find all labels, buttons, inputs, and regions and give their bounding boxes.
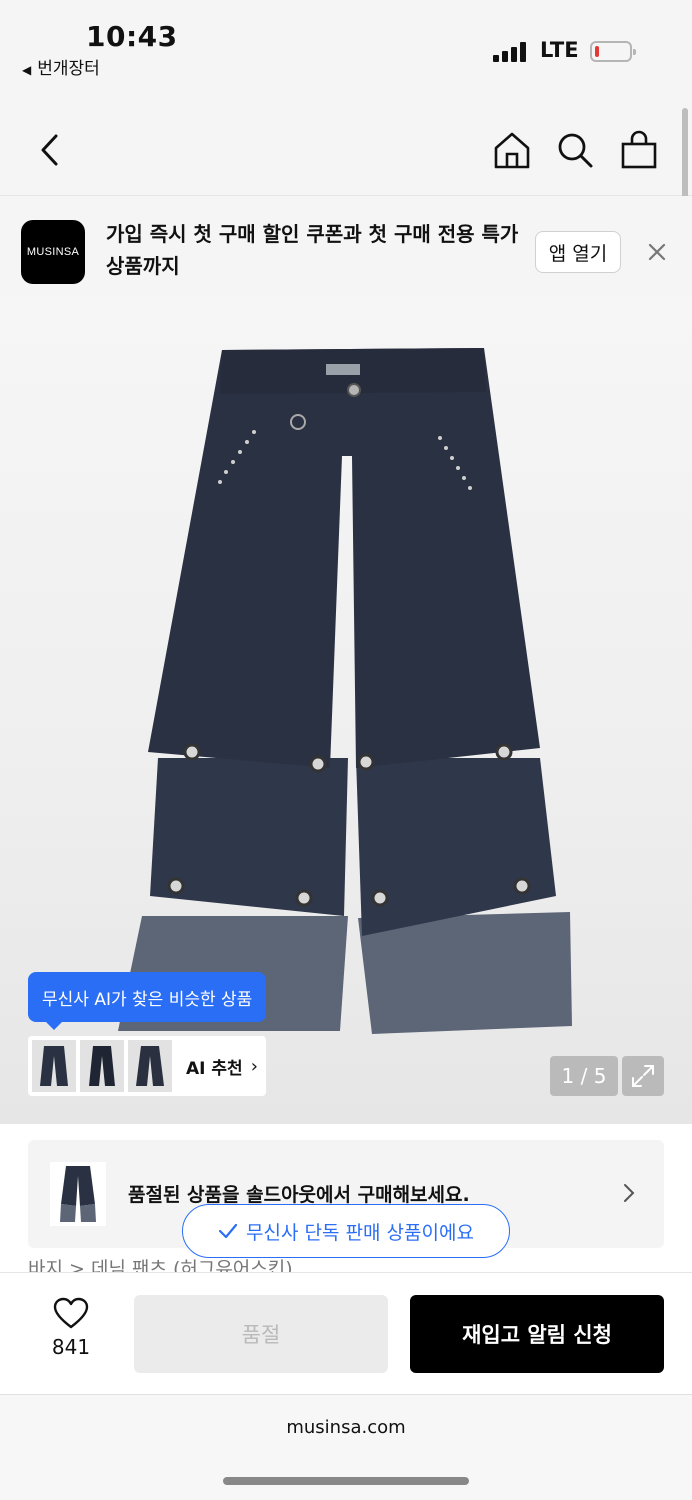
ai-thumb[interactable] xyxy=(128,1040,172,1092)
soldout-button: 품절 xyxy=(134,1295,388,1373)
home-icon xyxy=(494,132,530,169)
home-indicator[interactable] xyxy=(223,1477,469,1485)
exclusive-badge-text: 무신사 단독 판매 상품이에요 xyxy=(246,1221,474,1244)
ai-thumb[interactable] xyxy=(80,1040,124,1092)
chevron-left-icon xyxy=(41,134,58,166)
expand-icon xyxy=(632,1065,654,1087)
battery-fill xyxy=(595,46,599,57)
like-count: 841 xyxy=(51,1335,91,1359)
pants-thumb-icon xyxy=(40,1046,68,1086)
top-nav xyxy=(0,90,692,196)
ai-recommend-label: AI 추천 xyxy=(186,1058,243,1079)
ai-recommend-card[interactable]: AI 추천 › xyxy=(28,1036,266,1096)
soldout-thumb xyxy=(50,1162,106,1226)
status-bar: 10:43 ◀ 번개장터 LTE xyxy=(0,0,692,90)
pants-thumb-icon xyxy=(60,1166,96,1222)
image-pager: 1 / 5 xyxy=(550,1056,618,1096)
open-app-button[interactable]: 앱 열기 xyxy=(535,231,621,273)
url-text[interactable]: musinsa.com xyxy=(0,1417,692,1438)
ai-similar-tooltip[interactable]: 무신사 AI가 찾은 비슷한 상품 xyxy=(28,972,267,1030)
app-install-banner: MUSINSA 가입 즉시 첫 구매 할인 쿠폰과 첫 구매 전용 특가 상품까… xyxy=(0,196,692,296)
chevron-right-icon: › xyxy=(250,1055,258,1077)
network-type: LTE xyxy=(540,38,579,62)
battery-icon xyxy=(590,41,636,62)
chevron-right-icon xyxy=(624,1184,635,1202)
pants-thumb-icon xyxy=(89,1046,115,1086)
close-icon[interactable] xyxy=(643,238,671,266)
status-time: 10:43 xyxy=(86,20,178,53)
heart-icon xyxy=(53,1297,89,1329)
restock-alert-button[interactable]: 재입고 알림 신청 xyxy=(410,1295,664,1373)
search-icon xyxy=(558,133,593,168)
pants-thumb-icon xyxy=(136,1046,164,1086)
cart-button[interactable] xyxy=(617,128,661,172)
like-button[interactable]: 841 xyxy=(40,1297,102,1367)
banner-promo-text: 가입 즉시 첫 구매 할인 쿠폰과 첫 구매 전용 특가 상품까지 xyxy=(106,222,519,278)
expand-button[interactable] xyxy=(622,1056,664,1096)
ai-thumb[interactable] xyxy=(32,1040,76,1092)
cellular-signal-icon xyxy=(493,42,527,62)
exclusive-badge: 무신사 단독 판매 상품이에요 xyxy=(182,1204,510,1258)
search-button[interactable] xyxy=(553,128,597,172)
back-triangle-icon: ◀ xyxy=(22,63,32,77)
back-to-app-link[interactable]: ◀ 번개장터 xyxy=(22,54,100,79)
musinsa-logo: MUSINSA xyxy=(21,220,85,284)
product-image-gallery[interactable]: 무신사 AI가 찾은 비슷한 상품 AI 추천 › 1 / 5 xyxy=(0,296,692,1124)
purchase-bar: 841 품절 재입고 알림 신청 xyxy=(0,1272,692,1394)
back-app-label: 번개장터 xyxy=(37,59,100,79)
soldout-promo-text: 품절된 상품을 솔드아웃에서 구매해보세요. xyxy=(128,1184,470,1206)
shopping-bag-icon xyxy=(621,130,657,169)
home-button[interactable] xyxy=(490,128,534,172)
back-button[interactable] xyxy=(28,128,72,172)
browser-url-bar[interactable]: musinsa.com xyxy=(0,1394,692,1500)
check-icon xyxy=(218,1223,238,1239)
